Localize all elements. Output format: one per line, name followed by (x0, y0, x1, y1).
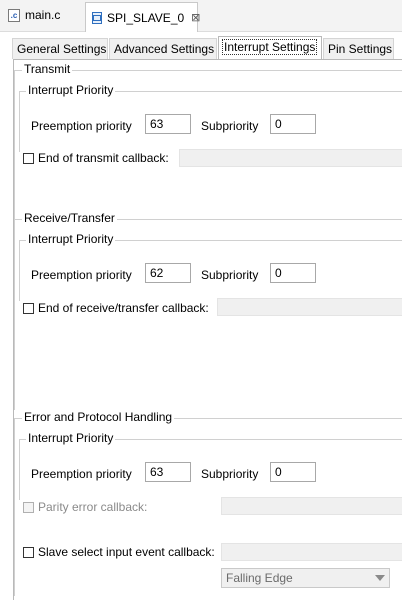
editor-tab-main-c[interactable]: .c main.c (2, 2, 82, 28)
error-protocol-group: Error and Protocol Handling Interrupt Pr… (14, 410, 402, 596)
transmit-priority-group: Interrupt Priority Preemption priority S… (19, 83, 402, 152)
edge-select-dropdown[interactable]: Falling Edge (221, 568, 390, 588)
editor-tab-bar: .c main.c SPI_SLAVE_0 ⊠ (0, 0, 402, 32)
preemption-priority-input[interactable] (145, 263, 191, 283)
slave-select-input-event-callback-label: Slave select input event callback: (38, 545, 215, 559)
tab-advanced-settings[interactable]: Advanced Settings (109, 38, 217, 59)
interrupt-priority-title: Interrupt Priority (26, 431, 116, 445)
checkbox-box[interactable] (23, 152, 34, 164)
end-of-transmit-callback-input[interactable] (179, 149, 402, 167)
close-icon[interactable]: ⊠ (191, 11, 200, 24)
tab-interrupt-settings[interactable]: Interrupt Settings (218, 36, 322, 60)
parity-error-callback-input[interactable] (221, 497, 402, 515)
c-file-icon: .c (8, 8, 20, 22)
error-protocol-group-title: Error and Protocol Handling (22, 410, 175, 424)
subpriority-input[interactable] (270, 263, 316, 283)
interrupt-priority-title: Interrupt Priority (26, 232, 116, 246)
end-of-receive-transfer-callback-checkbox[interactable]: End of receive/transfer callback: (23, 301, 209, 315)
transmit-group: Transmit Interrupt Priority Preemption p… (14, 62, 402, 221)
editor-tab-spi-slave[interactable]: SPI_SLAVE_0 ⊠ (85, 2, 200, 32)
settings-tab-bar: General Settings Advanced Settings Inter… (12, 36, 402, 60)
parity-error-callback-checkbox[interactable]: Parity error callback: (23, 500, 147, 514)
preemption-priority-label: Preemption priority (31, 467, 132, 481)
tab-pin-settings[interactable]: Pin Settings (323, 38, 394, 59)
chevron-down-icon (375, 575, 385, 581)
receive-transfer-group-title: Receive/Transfer (22, 211, 117, 225)
subpriority-label: Subpriority (201, 119, 259, 133)
parity-error-callback-label: Parity error callback: (38, 500, 148, 514)
subpriority-label: Subpriority (201, 268, 259, 282)
transmit-group-title: Transmit (22, 62, 73, 76)
end-of-receive-transfer-callback-input[interactable] (217, 298, 402, 316)
preemption-priority-label: Preemption priority (31, 268, 132, 282)
subpriority-input[interactable] (270, 114, 316, 134)
editor-tab-label: main.c (25, 8, 61, 22)
end-of-receive-transfer-callback-label: End of receive/transfer callback: (38, 301, 209, 315)
slave-select-input-event-callback-input[interactable] (221, 543, 402, 561)
checkbox-box[interactable] (23, 302, 34, 314)
module-icon (92, 11, 102, 24)
preemption-priority-input[interactable] (145, 462, 191, 482)
subpriority-input[interactable] (270, 462, 316, 482)
error-priority-group: Interrupt Priority Preemption priority S… (19, 431, 402, 500)
checkbox-box[interactable] (23, 501, 34, 513)
end-of-transmit-callback-checkbox[interactable]: End of transmit callback: (23, 151, 169, 165)
preemption-priority-input[interactable] (145, 114, 191, 134)
interrupt-priority-title: Interrupt Priority (26, 83, 116, 97)
receive-transfer-group: Receive/Transfer Interrupt Priority Pree… (14, 211, 402, 410)
checkbox-box[interactable] (23, 546, 34, 558)
subpriority-label: Subpriority (201, 467, 259, 481)
slave-select-input-event-callback-checkbox[interactable]: Slave select input event callback: (23, 545, 215, 559)
edge-select-value: Falling Edge (226, 571, 293, 585)
end-of-transmit-callback-label: End of transmit callback: (38, 151, 169, 165)
tab-general-settings[interactable]: General Settings (12, 38, 108, 59)
preemption-priority-label: Preemption priority (31, 119, 132, 133)
editor-tab-label: SPI_SLAVE_0 (107, 10, 185, 25)
receive-priority-group: Interrupt Priority Preemption priority S… (19, 232, 402, 301)
